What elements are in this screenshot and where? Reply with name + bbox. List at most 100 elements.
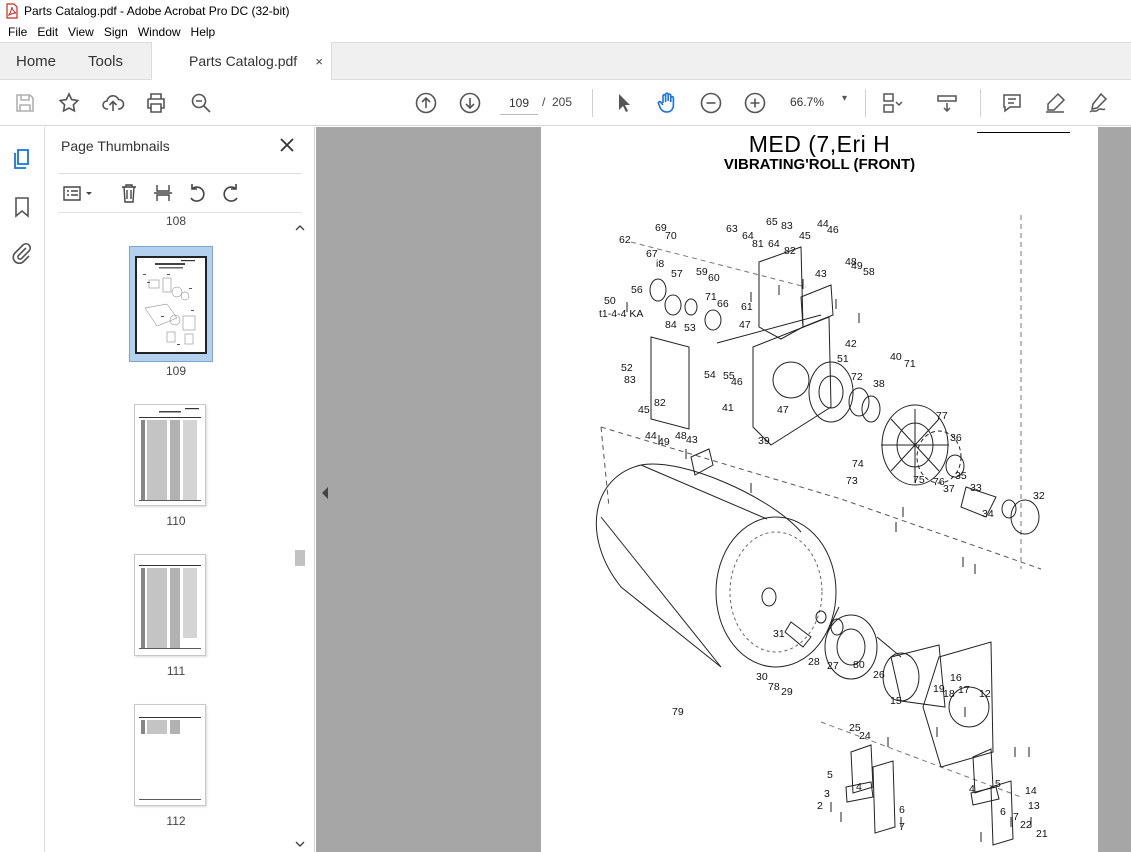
sign-icon[interactable] [1086,90,1112,116]
rotate-left-icon[interactable] [186,182,208,204]
part-callout: 74 [852,458,864,470]
part-callout: 45 [638,404,650,416]
chevron-down-icon[interactable]: ▾ [842,93,847,104]
menu-sign[interactable]: Sign [99,25,133,39]
attachment-icon[interactable] [10,241,34,265]
part-callout: 49 [658,436,670,448]
menu-view[interactable]: View [63,25,99,39]
close-icon[interactable] [278,136,296,154]
part-callout: 73 [846,475,858,487]
pdf-page[interactable]: MED (7,Eri H VIBRATING'ROLL (FRONT) 62 6… [541,127,1098,852]
menu-help[interactable]: Help [186,25,221,39]
fit-page-icon[interactable] [878,90,904,116]
part-callout: 77 [936,410,948,422]
part-callout: 53 [684,322,696,334]
part-callout: 28 [808,656,820,668]
part-callout: 66 [717,298,729,310]
part-callout: 79 [672,706,684,718]
thumbnail-page-111[interactable] [134,554,206,656]
tab-home[interactable]: Home [16,43,56,80]
tab-tools[interactable]: Tools [88,43,123,80]
part-callout: 71 [904,358,916,370]
part-callout: 7 [1013,811,1019,823]
thumbnail-page-109-selected[interactable] [129,246,213,362]
annotation-text: t1-4-4 KA [599,308,643,320]
part-callout: 61 [741,301,753,313]
part-callout: 58 [863,266,875,278]
part-callout: 14 [1025,785,1037,797]
close-icon[interactable]: × [315,54,323,69]
part-callout: 82 [654,397,666,409]
page-separator: / [542,95,546,109]
thumbnail-list[interactable]: 108 109 110 111 112 [58,214,294,852]
delete-icon[interactable] [118,182,140,204]
part-callout: 64 [768,238,780,250]
scroll-mode-icon[interactable] [934,90,960,116]
thumbnail-page-112[interactable] [134,704,206,806]
part-callout: 27 [827,660,839,672]
zoom-in-icon[interactable] [742,90,768,116]
extract-pages-icon[interactable] [152,182,174,204]
hand-tool-icon[interactable] [654,90,680,116]
part-callout: 60 [708,272,720,284]
part-callout: 7 [899,821,905,833]
part-callout: 51 [837,353,849,365]
options-menu-icon[interactable] [62,182,94,204]
rotate-right-icon[interactable] [220,182,242,204]
thumbnail-toolbar [58,173,302,213]
part-callout: 47 [739,319,751,331]
part-callout: 38 [873,378,885,390]
part-callout: 82 [784,245,796,257]
part-callout: 31 [773,628,785,640]
panel-scrollbar[interactable] [293,220,307,852]
part-callout: 4 [969,783,975,795]
select-pointer-icon[interactable] [611,90,637,116]
part-callout: 34 [982,508,994,520]
comment-icon[interactable] [999,90,1025,116]
part-callout: 22 [1020,819,1032,831]
part-callout: 18 [943,688,955,700]
menu-edit[interactable]: Edit [32,25,63,39]
tab-document-label: Parts Catalog.pdf [189,53,298,69]
part-callout: 43 [815,268,827,280]
find-icon[interactable] [188,90,214,116]
thumbnail-label: 109 [165,364,187,378]
tab-document[interactable]: Parts Catalog.pdf × [151,42,332,81]
page-thumbnails-icon[interactable] [10,147,34,171]
page-up-icon[interactable] [413,90,439,116]
highlight-icon[interactable] [1042,90,1068,116]
tab-bar: Home Tools Parts Catalog.pdf × [0,42,1131,81]
page-number-input[interactable] [500,91,538,115]
collapse-panel-icon[interactable] [320,486,330,500]
thumbnail-label: 110 [166,514,186,528]
part-callout: 13 [1028,800,1040,812]
part-callout: 26 [873,669,885,681]
part-callout: i8 [656,258,664,270]
window-title: Parts Catalog.pdf - Adobe Acrobat Pro DC… [24,4,290,18]
bookmark-icon[interactable] [10,195,34,219]
thumbnail-label: 108 [165,214,187,228]
part-callout: 41 [722,402,734,414]
zoom-out-icon[interactable] [698,90,724,116]
part-callout: 6 [899,804,905,816]
panel-title: Page Thumbnails [61,138,170,154]
print-icon[interactable] [143,90,169,116]
toolbar: / 205 66.7% ▾ [0,80,1131,126]
page-total: 205 [552,95,573,109]
menu-file[interactable]: File [3,25,32,39]
part-callout: 46 [731,376,743,388]
page-down-icon[interactable] [457,90,483,116]
star-icon[interactable] [56,90,82,116]
zoom-level[interactable]: 66.7% [790,95,824,109]
save-icon[interactable] [12,90,38,116]
part-callout: 17 [958,684,970,696]
diagram-preview-icon [143,260,196,345]
menu-window[interactable]: Window [133,25,186,39]
part-callout: 57 [671,268,683,280]
part-callout: 37 [943,483,955,495]
parts-list-preview-icon [139,717,201,800]
thumbnail-page-110[interactable] [134,404,206,506]
part-callout: 62 [619,234,631,246]
upload-icon[interactable] [100,90,126,116]
toolbar-divider [592,89,593,117]
